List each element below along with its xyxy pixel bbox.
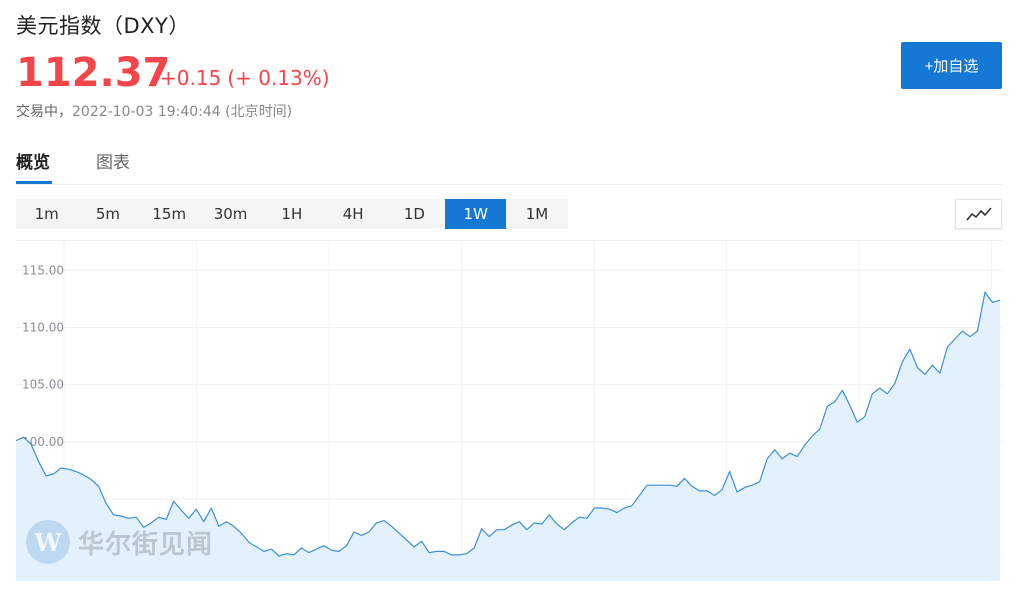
active-tab-indicator <box>16 181 52 184</box>
y-tick-label: 110.00 <box>22 321 64 335</box>
change-percent: (+ 0.13%) <box>227 66 330 90</box>
interval-selector: 1m 5m 15m 30m 1H 4H 1D 1W 1M <box>16 199 568 229</box>
watermark-text: 华尔街见闻 <box>78 529 214 560</box>
tab-charts[interactable]: 图表 <box>96 148 130 173</box>
page-title: 美元指数（DXY） <box>16 14 190 38</box>
wallstreetcn-logo-icon: W <box>26 520 70 564</box>
y-tick-label: 115.00 <box>22 263 64 277</box>
tab-bar: 概览 图表 <box>16 140 1002 185</box>
interval-4h[interactable]: 4H <box>322 199 383 229</box>
status-timestamp: 2022-10-03 19:40:44 (北京时间) <box>72 104 293 120</box>
status-label: 交易中， <box>16 104 72 120</box>
interval-1mo[interactable]: 1M <box>506 199 567 229</box>
interval-5m[interactable]: 5m <box>77 199 138 229</box>
y-tick-label: 105.00 <box>22 378 64 392</box>
interval-15m[interactable]: 15m <box>139 199 200 229</box>
interval-1d[interactable]: 1D <box>384 199 445 229</box>
interval-30m[interactable]: 30m <box>200 199 261 229</box>
tab-overview[interactable]: 概览 <box>16 148 50 173</box>
line-chart-icon <box>965 207 992 221</box>
interval-1w[interactable]: 1W <box>445 199 507 229</box>
last-price: 112.37 <box>16 50 171 96</box>
interval-1m[interactable]: 1m <box>16 199 77 229</box>
add-watchlist-button[interactable]: +加自选 <box>901 42 1002 89</box>
interval-1h[interactable]: 1H <box>261 199 322 229</box>
price-change: +0.15 (+ 0.13%) <box>160 66 330 90</box>
watermark: W 华尔街见闻 <box>26 520 213 564</box>
trading-status: 交易中， 2022-10-03 19:40:44 (北京时间) <box>16 101 292 121</box>
change-value: +0.15 <box>160 66 222 90</box>
chart-type-button[interactable] <box>955 199 1002 229</box>
